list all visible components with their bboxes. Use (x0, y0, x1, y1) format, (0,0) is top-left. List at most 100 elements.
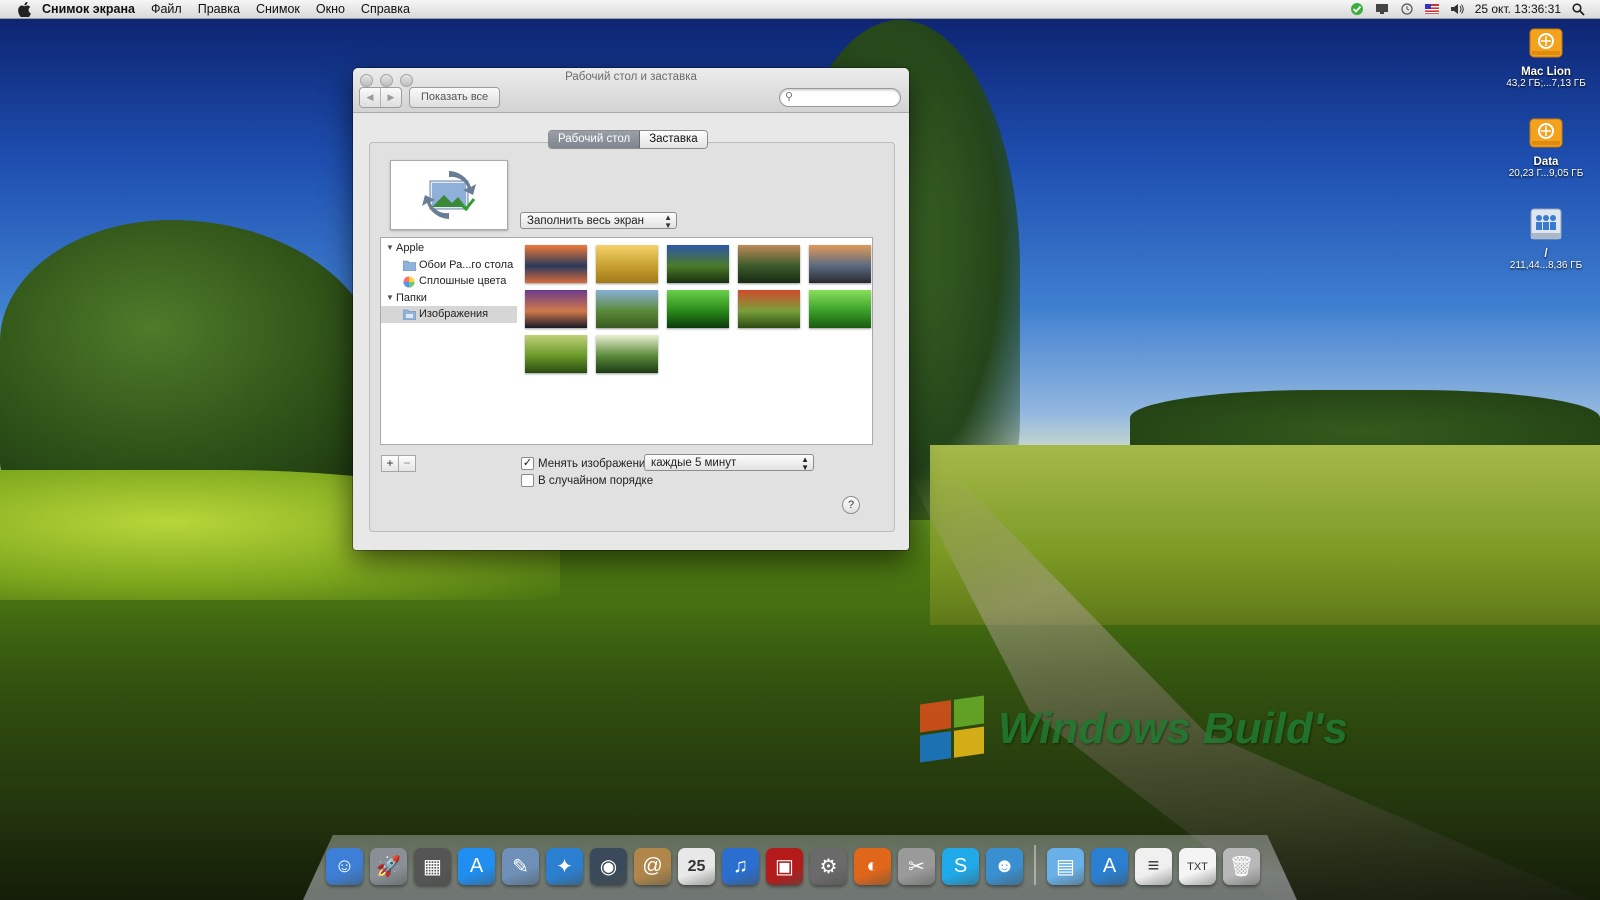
titlebar[interactable]: Рабочий стол и заставка ◀ ▶ Показать все… (353, 68, 909, 113)
tab-screensaver[interactable]: Заставка (640, 131, 707, 148)
random-order-label: В случайном порядке (538, 474, 654, 487)
search-input[interactable] (798, 90, 898, 104)
volume-icon[interactable] (1450, 3, 1464, 15)
wallpaper-thumbnail[interactable] (596, 290, 658, 328)
drive-mac-lion[interactable]: Mac Lion 43,2 ГБ;...7,13 ГБ (1496, 24, 1596, 89)
drive-info: 43,2 ГБ;...7,13 ГБ (1506, 78, 1586, 89)
nav-buttons: ◀ ▶ (359, 87, 402, 108)
wallpaper-thumbnail[interactable] (525, 290, 587, 328)
back-button[interactable]: ◀ (360, 88, 381, 107)
drive-data[interactable]: Data 20,23 Г...9,05 ГБ (1496, 114, 1596, 179)
document-icon[interactable]: ≡ (1135, 848, 1172, 885)
app-store-downloads-icon[interactable]: A (1091, 848, 1128, 885)
item-label: Сплошные цвета (419, 275, 507, 287)
updown-arrow-icon: ▲ ▼ (801, 455, 809, 472)
wallpaper-thumbnail[interactable] (596, 335, 658, 373)
applications-folder-icon[interactable]: ▤ (1047, 848, 1084, 885)
source-item-pictures[interactable]: Изображения (381, 306, 517, 323)
change-picture-checkbox[interactable]: ✓ (521, 457, 534, 470)
drive-name: Data (1533, 156, 1559, 168)
source-item-wallpapers[interactable]: Обои Ра...го стола (381, 257, 517, 274)
item-label: Обои Ра...го стола (419, 258, 514, 271)
photo-booth-icon[interactable]: ▦ (414, 848, 451, 885)
app-store-icon[interactable]: A (458, 848, 495, 885)
system-preferences-icon[interactable]: ⚙ (810, 848, 847, 885)
search-field[interactable]: ⚲ (779, 88, 901, 107)
status-check-icon[interactable] (1350, 3, 1364, 15)
wallpaper-thumbnail[interactable] (738, 290, 800, 328)
menu-help[interactable]: Справка (361, 2, 410, 16)
random-order-checkbox[interactable] (521, 474, 534, 487)
show-all-button[interactable]: Показать все (409, 87, 501, 108)
search-icon: ⚲ (785, 91, 794, 103)
disclosure-triangle-icon[interactable]: ▼ (386, 290, 394, 307)
us-flag-icon[interactable] (1424, 3, 1439, 15)
launchpad-icon[interactable]: 🚀 (370, 848, 407, 885)
display-icon[interactable] (1375, 3, 1389, 15)
dock-icons: ☺ 🚀 ▦ A ✎ ✦ ◉ @25 ♫ ▣ ⚙ ◐ ✂ S ☻ ▤ A ≡ TXT 🗑 (326, 845, 1260, 885)
wallpaper-thumbnail[interactable] (525, 335, 587, 373)
add-remove-buttons: + − (381, 455, 416, 472)
menu-edit[interactable]: Правка (198, 2, 240, 16)
menu-file[interactable]: Файл (151, 2, 182, 16)
skype-icon[interactable]: S (942, 848, 979, 885)
menu-capture[interactable]: Снимок (256, 2, 300, 16)
photo-icon[interactable]: ▣ (766, 848, 803, 885)
menu-app-name[interactable]: Снимок экрана (42, 2, 135, 16)
trash-icon[interactable]: 🗑 (1223, 848, 1260, 885)
itunes-icon[interactable]: ♫ (722, 848, 759, 885)
utility-icon[interactable]: ✂ (898, 848, 935, 885)
wallpaper-thumbnail[interactable] (809, 290, 871, 328)
menu-bar: Снимок экрана Файл Правка Снимок Окно Сп… (0, 0, 1600, 19)
add-folder-button[interactable]: + (381, 455, 399, 472)
forward-arrow-icon: ▶ (387, 92, 395, 102)
spotlight-icon[interactable] (1572, 3, 1586, 16)
group-label: Папки (396, 291, 427, 304)
clock[interactable]: 25 окт. 13:36:31 (1475, 2, 1561, 16)
watermark: Windows Build's (920, 695, 1348, 763)
watermark-text: Windows Build's (998, 704, 1348, 753)
change-picture-label: Менять изображение: (538, 457, 655, 470)
help-button[interactable]: ? (842, 496, 860, 514)
source-group-folders[interactable]: ▼ Папки (381, 290, 517, 307)
tab-desktop[interactable]: Рабочий стол (549, 131, 641, 148)
apple-menu-icon[interactable] (16, 1, 32, 17)
drive-info: 20,23 Г...9,05 ГБ (1508, 168, 1584, 179)
wallpaper-thumbnail[interactable] (738, 245, 800, 283)
item-label: Изображения (419, 308, 489, 320)
wallpaper-thumbnail[interactable] (525, 245, 587, 283)
wallpaper-thumbnail[interactable] (809, 245, 871, 283)
group-label: Apple (396, 242, 425, 254)
pictures-folder-icon (402, 309, 417, 321)
windows-logo-icon (920, 695, 984, 763)
wallpaper-thumbnail[interactable] (667, 245, 729, 283)
dock-separator (1034, 845, 1036, 885)
drive-root[interactable]: / 211,44...8,36 ГБ (1496, 206, 1596, 271)
drive-name: / (1544, 248, 1548, 260)
interval-select[interactable]: каждые 5 минут ▲ ▼ (644, 454, 814, 472)
firefox-icon[interactable]: ◐ (854, 848, 891, 885)
source-item-solid-colors[interactable]: Сплошные цвета (381, 273, 517, 290)
source-list: ▼ Apple Обои Ра...го стола Сплошные цвет… (380, 237, 518, 445)
txt-document-icon[interactable]: TXT (1179, 848, 1216, 885)
facetime-icon[interactable]: ◉ (590, 848, 627, 885)
wallpaper-grid (517, 237, 873, 445)
safari-icon[interactable]: ✦ (546, 848, 583, 885)
forward-button[interactable]: ▶ (381, 88, 401, 107)
fit-mode-select[interactable]: Заполнить весь экран ▲ ▼ (520, 212, 677, 230)
change-picture-row: ✓ Менять изображение: (521, 457, 655, 470)
preview-icon[interactable]: ✎ (502, 848, 539, 885)
color-wheel-icon (403, 276, 416, 288)
drive-name: Mac Lion (1521, 66, 1571, 78)
remove-folder-button[interactable]: − (399, 455, 416, 472)
ical-icon[interactable]: 25 (678, 848, 715, 885)
finder-icon[interactable]: ☺ (326, 848, 363, 885)
messenger-icon[interactable]: ☻ (986, 848, 1023, 885)
disclosure-triangle-icon[interactable]: ▼ (386, 240, 394, 257)
wallpaper-thumbnail[interactable] (596, 245, 658, 283)
wallpaper-thumbnail[interactable] (667, 290, 729, 328)
time-machine-icon[interactable] (1400, 3, 1414, 15)
source-group-apple[interactable]: ▼ Apple (381, 240, 517, 257)
address-book-icon[interactable]: @ (634, 848, 671, 885)
menu-window[interactable]: Окно (316, 2, 345, 16)
